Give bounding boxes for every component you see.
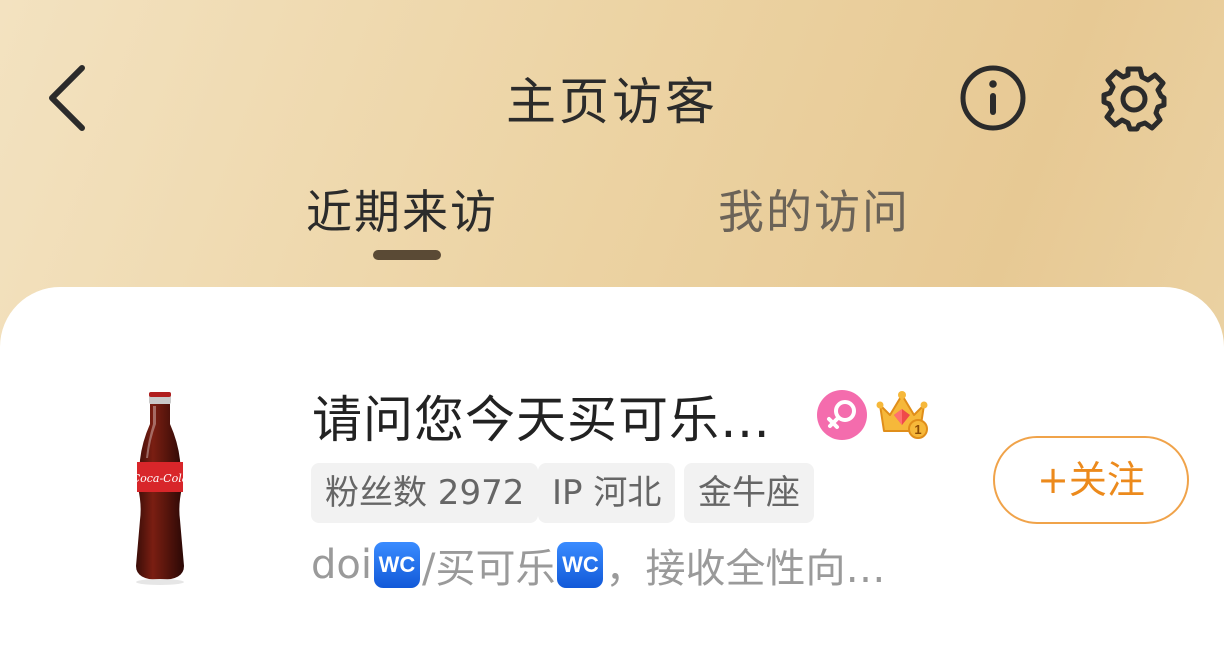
visitor-bio: doi WC /买可乐 WC ，接收全性向…	[311, 536, 885, 594]
visitors-page: 主页访客 近期来访 我的访问 Coca-Cola 请问您今天买可乐… 1 粉丝数…	[0, 0, 1224, 646]
wc-icon: WC	[373, 542, 420, 588]
tab-my-visits[interactable]: 我的访问	[718, 176, 910, 242]
gear-icon	[1101, 66, 1167, 132]
bio-text: doi	[311, 542, 372, 588]
settings-button[interactable]	[1098, 63, 1170, 135]
visitor-name[interactable]: 请问您今天买可乐…	[312, 380, 771, 452]
active-tab-indicator	[373, 250, 441, 260]
header: 主页访客 近期来访 我的访问	[0, 0, 1224, 260]
info-icon	[960, 65, 1026, 131]
female-icon	[817, 390, 867, 440]
vip-level: 1	[914, 422, 921, 437]
bio-text: /买可乐	[421, 546, 556, 592]
avatar[interactable]: Coca-Cola	[100, 380, 220, 590]
ip-location-tag: IP 河北	[538, 463, 676, 523]
crown-icon: 1	[874, 385, 930, 441]
coca-cola-bottle-image: Coca-Cola	[132, 392, 189, 585]
info-button[interactable]	[958, 63, 1028, 133]
page-title: 主页访客	[506, 73, 718, 131]
follow-button[interactable]: +关注	[993, 436, 1189, 524]
bio-text: ，接收全性向…	[605, 546, 886, 592]
zodiac-tag: 金牛座	[684, 463, 814, 523]
svg-text:Coca-Cola: Coca-Cola	[132, 472, 189, 485]
tab-recent-visits[interactable]: 近期来访	[306, 176, 498, 242]
wc-icon: WC	[557, 542, 604, 588]
fans-count-tag: 粉丝数 2972	[311, 463, 539, 523]
